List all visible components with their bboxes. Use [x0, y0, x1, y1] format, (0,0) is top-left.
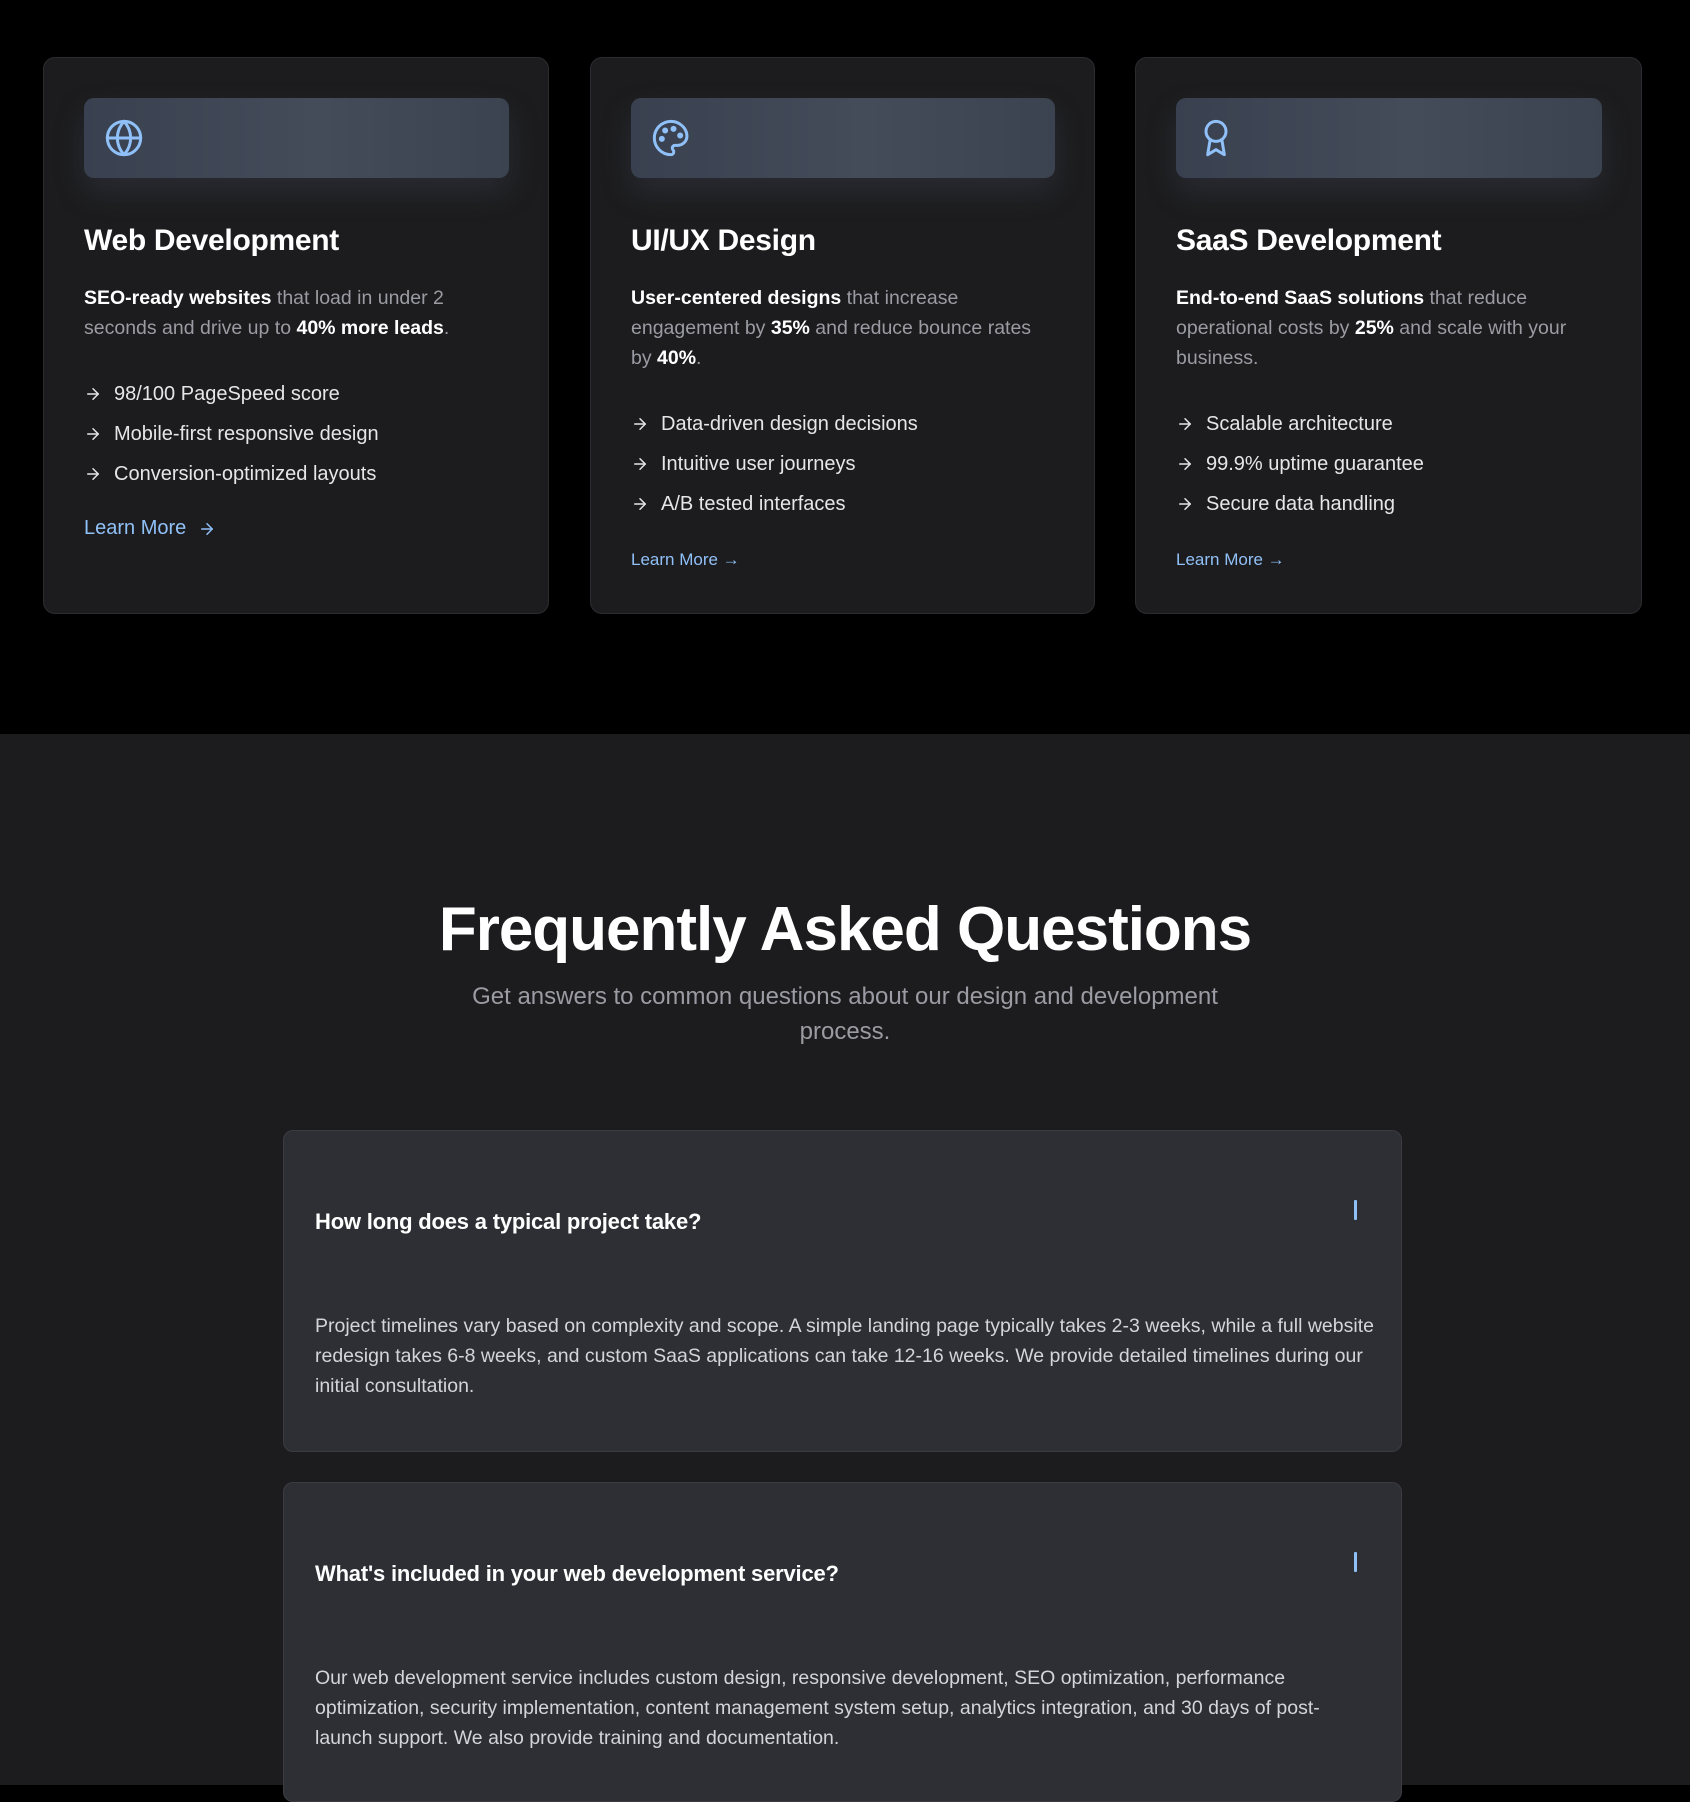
feature-list: Data-driven design decisions Intuitive u… — [631, 404, 918, 524]
globe-icon — [105, 119, 143, 157]
service-description: User-centered designs that increase enga… — [631, 287, 1032, 369]
service-title: UI/UX Design — [631, 224, 816, 257]
collapse-toggle-icon[interactable] — [1354, 1552, 1357, 1572]
faq-question[interactable]: How long does a typical project take? — [315, 1209, 701, 1235]
service-card-web-development: Web Development SEO-ready websites that … — [43, 57, 549, 614]
service-description: SEO-ready websites that load in under 2 … — [84, 287, 450, 339]
service-description: End-to-end SaaS solutions that reduce op… — [1176, 287, 1567, 369]
collapse-toggle-icon[interactable] — [1354, 1200, 1357, 1220]
service-card-ui-ux-design: UI/UX Design User-centered designs that … — [590, 57, 1095, 614]
service-title: Web Development — [84, 224, 339, 257]
arrow-right-icon — [201, 522, 214, 535]
feature-item: Scalable architecture — [1176, 404, 1424, 444]
arrow-right-icon — [87, 428, 99, 440]
faq-answer: Our web development service includes cus… — [315, 1667, 1320, 1749]
learn-more-link[interactable]: Learn More — [84, 517, 216, 540]
faq-title: Frequently Asked Questions — [438, 895, 1252, 964]
service-icon-banner — [631, 98, 1055, 178]
service-icon-banner — [1176, 98, 1602, 178]
arrow-right-icon — [87, 388, 99, 400]
service-icon-banner — [84, 98, 509, 178]
learn-more-link[interactable]: Learn More → — [631, 550, 740, 570]
service-title: SaaS Development — [1176, 224, 1442, 257]
award-icon — [1204, 119, 1228, 157]
arrow-right-icon — [634, 418, 646, 430]
service-card-saas-development: SaaS Development End-to-end SaaS solutio… — [1135, 57, 1642, 614]
feature-item: Mobile-first responsive design — [84, 414, 379, 454]
feature-item: Intuitive user journeys — [631, 444, 918, 484]
arrow-right-icon — [1179, 418, 1191, 430]
feature-item: 98/100 PageSpeed score — [84, 374, 379, 414]
services-section: Web Development SEO-ready websites that … — [0, 0, 1690, 734]
faq-answer: Project timelines vary based on complexi… — [315, 1315, 1374, 1397]
arrow-right-icon — [1179, 458, 1191, 470]
faq-question[interactable]: What's included in your web development … — [315, 1561, 839, 1587]
feature-item: 99.9% uptime guarantee — [1176, 444, 1424, 484]
feature-item: Secure data handling — [1176, 484, 1424, 524]
faq-item[interactable]: How long does a typical project take? Pr… — [283, 1130, 1402, 1452]
feature-item: A/B tested interfaces — [631, 484, 918, 524]
feature-list: Scalable architecture 99.9% uptime guara… — [1176, 404, 1424, 524]
faq-subtitle: Get answers to common questions about ou… — [472, 983, 1218, 1045]
faq-section: Frequently Asked Questions Get answers t… — [0, 734, 1690, 1802]
learn-more-link[interactable]: Learn More → — [1176, 550, 1285, 570]
arrow-right-icon — [1179, 498, 1191, 510]
palette-icon — [652, 119, 689, 157]
feature-list: 98/100 PageSpeed score Mobile-first resp… — [84, 374, 379, 494]
arrow-right-icon — [634, 498, 646, 510]
feature-item: Conversion-optimized layouts — [84, 454, 379, 494]
faq-item[interactable]: What's included in your web development … — [283, 1482, 1402, 1802]
feature-item: Data-driven design decisions — [631, 404, 918, 444]
arrow-right-icon — [87, 468, 99, 480]
arrow-right-icon — [634, 458, 646, 470]
